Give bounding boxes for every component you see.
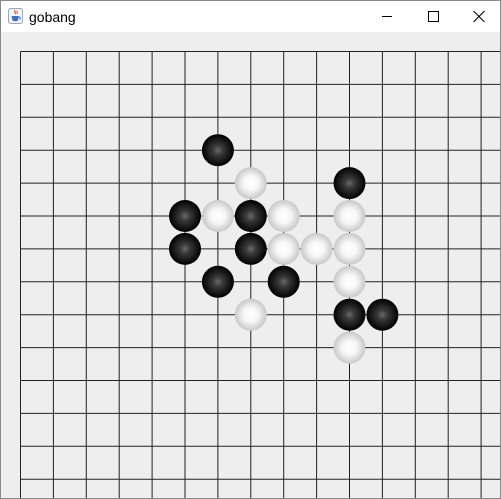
white-stone (333, 232, 366, 265)
white-stone (333, 265, 366, 298)
black-stone (333, 298, 366, 331)
white-stone (333, 200, 366, 232)
black-stone (169, 232, 201, 265)
gobang-board[interactable] (1, 32, 500, 498)
white-stone (267, 200, 300, 232)
black-stone (333, 167, 366, 200)
java-coffee-cup-icon (8, 8, 23, 24)
black-stone (366, 298, 399, 331)
title-bar[interactable]: gobang (1, 1, 500, 32)
white-stone (300, 232, 333, 265)
black-stone (169, 200, 201, 232)
black-stone (234, 200, 267, 232)
maximize-button[interactable] (410, 1, 456, 32)
window-title: gobang (29, 9, 76, 25)
white-stone (201, 200, 234, 232)
white-stone (333, 331, 366, 364)
minimize-button[interactable] (364, 1, 410, 32)
black-stone (267, 265, 300, 298)
black-stone (201, 134, 234, 167)
white-stone (234, 167, 267, 200)
game-window: gobang (0, 0, 501, 499)
white-stone (234, 298, 267, 331)
board-panel (1, 32, 500, 498)
white-stone (267, 232, 300, 265)
black-stone (234, 232, 267, 265)
black-stone (201, 265, 234, 298)
close-button[interactable] (456, 1, 500, 32)
board-grid (20, 51, 500, 498)
